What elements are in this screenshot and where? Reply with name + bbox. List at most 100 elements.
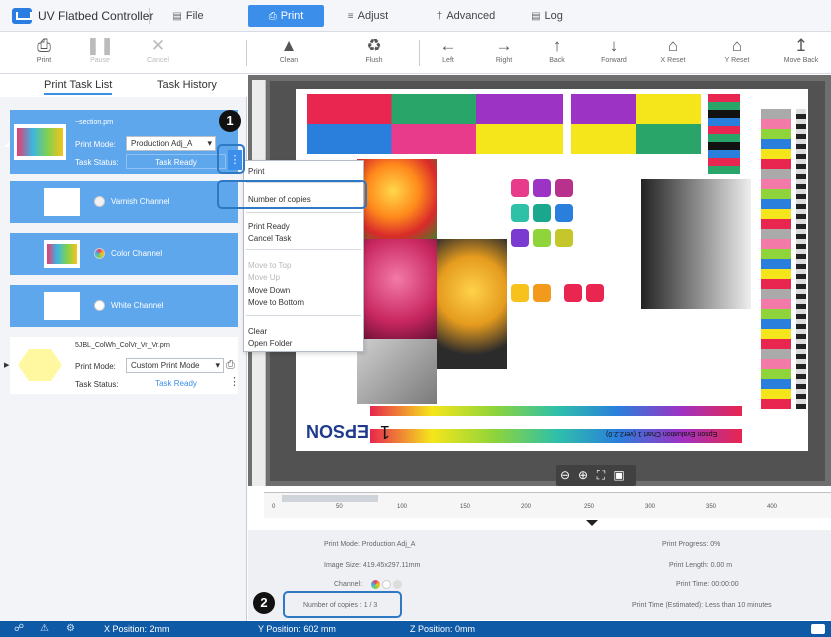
fit-screen-icon[interactable]: ⛶ bbox=[592, 465, 610, 486]
rainbow-bar bbox=[370, 406, 742, 416]
left-button[interactable]: ← Left bbox=[418, 35, 478, 71]
menu-item-print-ready[interactable]: Print Ready bbox=[248, 222, 290, 231]
tiger-photo bbox=[437, 239, 507, 369]
highlight-more-options bbox=[217, 144, 245, 174]
print-button[interactable]: ⎙ Print bbox=[14, 35, 74, 71]
move-to-top-icon: ↥ bbox=[793, 36, 809, 55]
status-bar: ☍ ⚠ ⚙ X Position: 2mm Y Position: 602 mm… bbox=[0, 621, 831, 637]
color-band bbox=[571, 94, 701, 124]
right-button[interactable]: → Right bbox=[474, 35, 534, 71]
zoom-in-icon[interactable]: ⊕ bbox=[574, 465, 592, 486]
channel-white[interactable]: White Channel bbox=[10, 285, 238, 327]
print-mode-select[interactable]: Custom Print Mode bbox=[126, 358, 224, 373]
expand-arrow-icon[interactable]: ▶ bbox=[4, 361, 9, 369]
y-reset-button[interactable]: ⌂ Y Reset bbox=[707, 35, 767, 71]
menu-item-clear[interactable]: Clear bbox=[248, 327, 267, 336]
flush-button[interactable]: ♻ Flush bbox=[344, 35, 404, 71]
pause-icon: ❚❚ bbox=[85, 36, 115, 55]
ruler-tick-label: 400 bbox=[767, 504, 778, 510]
color-swatch bbox=[533, 204, 551, 222]
x-reset-button[interactable]: ⌂ X Reset bbox=[643, 35, 703, 71]
move-back-button[interactable]: ↥ Move Back bbox=[771, 35, 831, 71]
flush-icon: ♻ bbox=[366, 36, 382, 55]
zoom-out-icon[interactable]: ⊖ bbox=[556, 465, 574, 486]
printer-icon[interactable]: ⎙ bbox=[226, 359, 235, 372]
menu-log[interactable]: ▤ Log bbox=[522, 5, 572, 27]
more-options-icon[interactable]: ⋮ bbox=[229, 375, 240, 388]
ruler-tick-label: 300 bbox=[645, 504, 656, 510]
pause-button-label: Pause bbox=[90, 57, 110, 64]
menu-file-label: File bbox=[185, 10, 204, 22]
pin-icon: † bbox=[436, 11, 443, 22]
print-preview-image: EPSON 1 Epson Evaluation Chart 1 (ver2.2… bbox=[296, 89, 808, 451]
task-item-section[interactable]: ◢ ~section.prn Print Mode: Production Ad… bbox=[4, 110, 242, 174]
back-button[interactable]: ↑ Back bbox=[527, 35, 587, 71]
x-reset-button-label: X Reset bbox=[660, 57, 686, 64]
menu-item-open-folder[interactable]: Open Folder bbox=[248, 339, 292, 348]
menu-item-move-to-top[interactable]: Move to Top bbox=[248, 261, 291, 270]
menu-print[interactable]: ⎙ Print bbox=[248, 5, 324, 27]
task-tabs: Print Task List Task History bbox=[0, 75, 247, 97]
color-swatch bbox=[555, 229, 573, 247]
menu-divider bbox=[246, 249, 361, 250]
channel-label: Varnish Channel bbox=[111, 197, 170, 206]
color-checker bbox=[708, 94, 740, 174]
menu-adjust[interactable]: ≡ Adjust bbox=[338, 5, 398, 27]
channel-label: Color Channel bbox=[111, 249, 163, 258]
task-status-label: Task Status: bbox=[75, 158, 119, 167]
y-reset-button-label: Y Reset bbox=[724, 57, 750, 64]
varnish-channel-icon bbox=[94, 196, 105, 207]
forward-button-label: Forward bbox=[601, 57, 627, 64]
app-title: UV Flatbed Controller bbox=[38, 9, 154, 23]
channel-color[interactable]: Color Channel bbox=[10, 233, 238, 275]
menu-item-print[interactable]: Print bbox=[248, 167, 264, 176]
home-icon: ⌂ bbox=[731, 36, 743, 55]
menu-file[interactable]: ▤ File bbox=[158, 5, 218, 27]
actual-size-icon[interactable]: ▣ bbox=[610, 465, 628, 486]
close-icon: ✕ bbox=[150, 36, 166, 55]
print-button-label: Print bbox=[36, 57, 52, 64]
menu-advanced[interactable]: † Advanced bbox=[430, 5, 502, 27]
menu-item-move-up[interactable]: Move Up bbox=[248, 273, 280, 282]
grey-photo bbox=[357, 339, 437, 404]
print-mode-label: Print Mode: bbox=[75, 362, 116, 371]
color-swatch bbox=[555, 179, 573, 197]
z-position: Z Position: 0mm bbox=[410, 624, 476, 634]
print-mode-select[interactable]: Production Adj_A bbox=[126, 136, 216, 151]
menu-log-label: Log bbox=[544, 10, 563, 22]
callout-2: 2 bbox=[253, 592, 275, 614]
toolbar: ⎙ Print ❚❚ Pause ✕ Cancel ▲ Clean ♻ Flush ← Le… bbox=[0, 32, 831, 74]
task-filename: 5JBL_ColWh_ColVr_Vr_Vr.prn bbox=[75, 342, 170, 349]
arrow-right-icon: → bbox=[495, 36, 513, 55]
clean-button[interactable]: ▲ Clean bbox=[259, 35, 319, 71]
menu-item-move-down[interactable]: Move Down bbox=[248, 286, 290, 295]
info-image-size: Image Size: 419.45x297.11mm bbox=[324, 562, 421, 569]
info-print-mode: Print Mode: Production Adj_A bbox=[324, 541, 416, 548]
epson-logo: EPSON bbox=[306, 421, 370, 441]
expand-arrow-icon[interactable]: ◢ bbox=[4, 140, 9, 148]
print-mode-value: Production Adj_A bbox=[131, 139, 193, 148]
wipe-icon: ▲ bbox=[280, 36, 298, 55]
task-item-5jbl[interactable]: ▶ 5JBL_ColWh_ColVr_Vr_Vr.prn Print Mode:… bbox=[4, 337, 240, 394]
horizontal-scrollbar[interactable] bbox=[282, 495, 378, 502]
menu-bar: UV Flatbed Controller ▤ File ⎙ Print ≡ Adju… bbox=[0, 0, 831, 32]
channel-thumbnail bbox=[44, 292, 80, 320]
menu-divider bbox=[246, 315, 361, 316]
color-channel-icon bbox=[371, 580, 380, 589]
horizontal-ruler: 0 50 100 150 200 250 300 350 400 bbox=[264, 492, 831, 518]
cancel-button[interactable]: ✕ Cancel bbox=[128, 35, 188, 71]
sliders-icon: ≡ bbox=[347, 11, 354, 22]
menu-item-cancel-task[interactable]: Cancel Task bbox=[248, 234, 291, 243]
channel-varnish[interactable]: Varnish Channel bbox=[10, 181, 238, 223]
tab-print-task-list[interactable]: Print Task List bbox=[44, 79, 113, 95]
collapse-info-icon[interactable] bbox=[586, 520, 598, 526]
ruler-tick-label: 350 bbox=[706, 504, 717, 510]
forward-button[interactable]: ↓ Forward bbox=[584, 35, 644, 71]
menu-item-move-to-bottom[interactable]: Move to Bottom bbox=[248, 298, 304, 307]
info-estimated-time: Print Time (Estimated): Less than 10 min… bbox=[632, 602, 772, 609]
back-button-label: Back bbox=[549, 57, 565, 64]
pause-button[interactable]: ❚❚ Pause bbox=[70, 35, 130, 71]
color-swatch bbox=[533, 229, 551, 247]
tab-task-history[interactable]: Task History bbox=[157, 79, 217, 91]
color-swatch bbox=[586, 284, 604, 302]
